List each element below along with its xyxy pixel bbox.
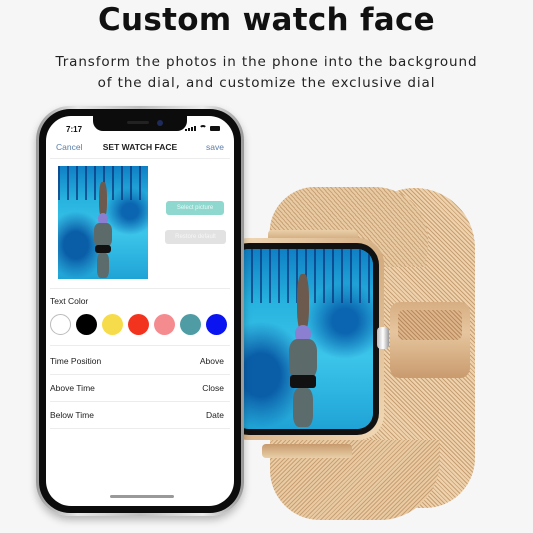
selected-photo-preview	[58, 166, 148, 279]
setting-value: Close	[202, 383, 224, 393]
watch-crown	[377, 327, 389, 349]
phone-notch	[93, 116, 187, 131]
subline-line-1: Transform the photos in the phone into t…	[55, 54, 478, 70]
color-swatch-blue[interactable]	[206, 314, 227, 335]
select-picture-button[interactable]: Select picture	[166, 201, 224, 215]
home-indicator[interactable]	[110, 495, 174, 498]
subline-line-2: of the dial, and customize the exclusive…	[97, 75, 436, 91]
watch-case	[222, 238, 384, 440]
setting-label: Below Time	[50, 410, 94, 420]
color-swatch-black[interactable]	[76, 314, 97, 335]
setting-row-above-time[interactable]: Above Time Close	[50, 375, 224, 401]
save-button[interactable]: save	[206, 142, 224, 152]
setting-value: Above	[199, 356, 224, 366]
setting-value: Date	[206, 410, 224, 420]
color-swatch-yellow[interactable]	[102, 314, 123, 335]
setting-label: Time Position	[50, 356, 102, 366]
watch-lug-bottom	[262, 444, 352, 458]
status-time: 7:17	[66, 125, 83, 134]
phone-screen: 7:17 Cancel SET WATCH FACE save Select p…	[46, 116, 234, 506]
text-color-label: Text Color	[50, 296, 89, 306]
front-camera-icon	[157, 120, 163, 126]
text-color-swatches	[50, 314, 227, 335]
divider	[50, 158, 230, 159]
setting-row-below-time[interactable]: Below Time Date	[50, 402, 224, 428]
wifi-icon	[199, 125, 207, 131]
restore-default-button[interactable]: Restore default	[165, 230, 226, 244]
watch-bezel	[227, 243, 379, 435]
color-swatch-red[interactable]	[128, 314, 149, 335]
divider	[50, 345, 230, 346]
divider	[50, 288, 230, 289]
phone: 7:17 Cancel SET WATCH FACE save Select p…	[36, 106, 244, 516]
color-swatch-white[interactable]	[50, 314, 71, 335]
nav-bar: Cancel SET WATCH FACE save	[46, 140, 234, 156]
watch-face-swimmer-image	[233, 249, 373, 429]
setting-label: Above Time	[50, 383, 95, 393]
signal-icon	[185, 126, 196, 131]
headline: Custom watch face	[97, 2, 435, 38]
strap-clasp	[390, 302, 470, 378]
divider	[50, 428, 230, 429]
setting-row-time-position[interactable]: Time Position Above	[50, 348, 224, 374]
color-swatch-pink[interactable]	[154, 314, 175, 335]
color-swatch-teal[interactable]	[180, 314, 201, 335]
status-icons	[185, 125, 220, 131]
battery-icon	[210, 126, 220, 131]
